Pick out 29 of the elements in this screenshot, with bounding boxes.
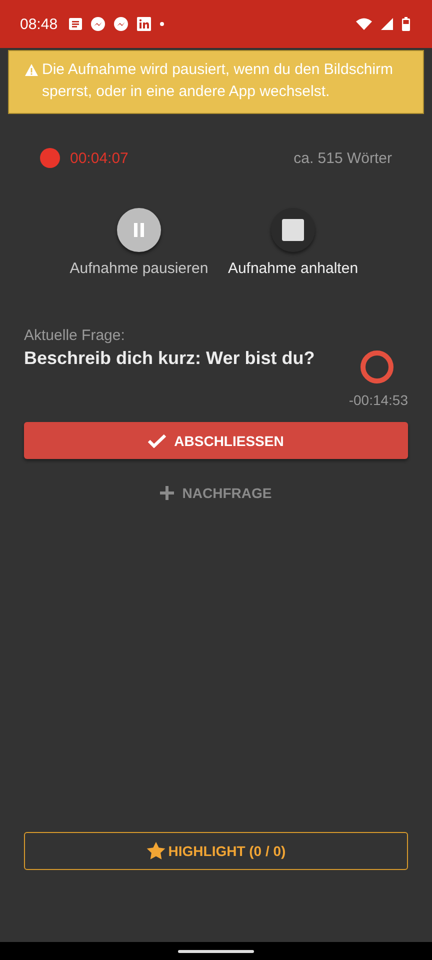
status-time: 08:48 [20, 16, 58, 32]
home-indicator[interactable] [178, 950, 254, 952]
check-icon [148, 434, 166, 448]
wifi-icon [356, 18, 372, 30]
followup-button[interactable]: NACHFRAGE [156, 481, 276, 505]
question-text: Beschreib dich kurz: Wer bist du? [24, 348, 316, 370]
app-icon [136, 17, 151, 31]
battery-icon [402, 17, 410, 31]
highlight-button[interactable]: HIGHLIGHT (0 / 0) [24, 832, 408, 870]
stop-recording-button[interactable]: Aufnahme anhalten [220, 208, 366, 277]
elapsed-time: 00:04:07 [70, 150, 128, 166]
warning-icon [25, 64, 38, 76]
pause-recording-button[interactable]: Aufnahme pausieren [66, 208, 212, 277]
remaining-time: -00:14:53 [348, 392, 408, 408]
stop-icon [282, 219, 304, 241]
question-label: Aktuelle Frage: [24, 327, 126, 344]
signal-icon [381, 18, 393, 30]
dot-icon [160, 22, 164, 26]
notification-icon [68, 18, 82, 30]
chat-icon [114, 17, 128, 31]
warning-text: Die Aufnahme wird pausiert, wenn du den Bildschirm sperrst, oder in eine andere App wechselst. [42, 60, 394, 102]
finish-button[interactable]: ABSCHLIESSEN [24, 422, 408, 459]
timer-ring-icon [360, 350, 394, 384]
chat-icon [90, 17, 105, 31]
recording-dot-icon [40, 148, 60, 168]
star-icon [146, 841, 166, 861]
plus-icon [160, 486, 174, 500]
word-count: ca. 515 Wörter [294, 150, 392, 166]
pause-icon [132, 222, 146, 238]
